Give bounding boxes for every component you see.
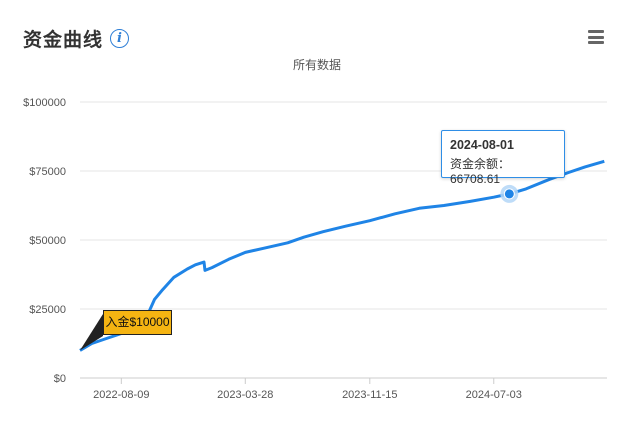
- tooltip-date: 2024-08-01: [450, 138, 514, 152]
- tooltip-row: 资金余额：66708.61: [450, 155, 556, 186]
- equity-curve-chart: $0 $25000 $50000 $75000 $100000 2022-08-09 202…: [23, 97, 607, 401]
- tooltip-label: 资金余额：: [450, 157, 511, 171]
- x-tick-label: 2023-11-15: [342, 389, 397, 401]
- tooltip-value: 66708.61: [450, 172, 501, 186]
- highlight-point: [503, 188, 515, 200]
- y-tick-label: $75000: [29, 166, 66, 178]
- x-tick-label: 2022-08-09: [93, 389, 149, 401]
- deposit-flag: 入金$10000: [103, 310, 172, 335]
- y-tick-label: $50000: [29, 235, 66, 247]
- y-tick-label: $0: [54, 373, 66, 385]
- x-tick-label: 2024-07-03: [466, 389, 522, 401]
- data-tooltip: 2024-08-01 资金余额：66708.61: [441, 130, 565, 186]
- y-tick-label: $25000: [29, 304, 66, 316]
- y-tick-label: $100000: [23, 97, 66, 109]
- x-tick-label: 2023-03-28: [217, 389, 273, 401]
